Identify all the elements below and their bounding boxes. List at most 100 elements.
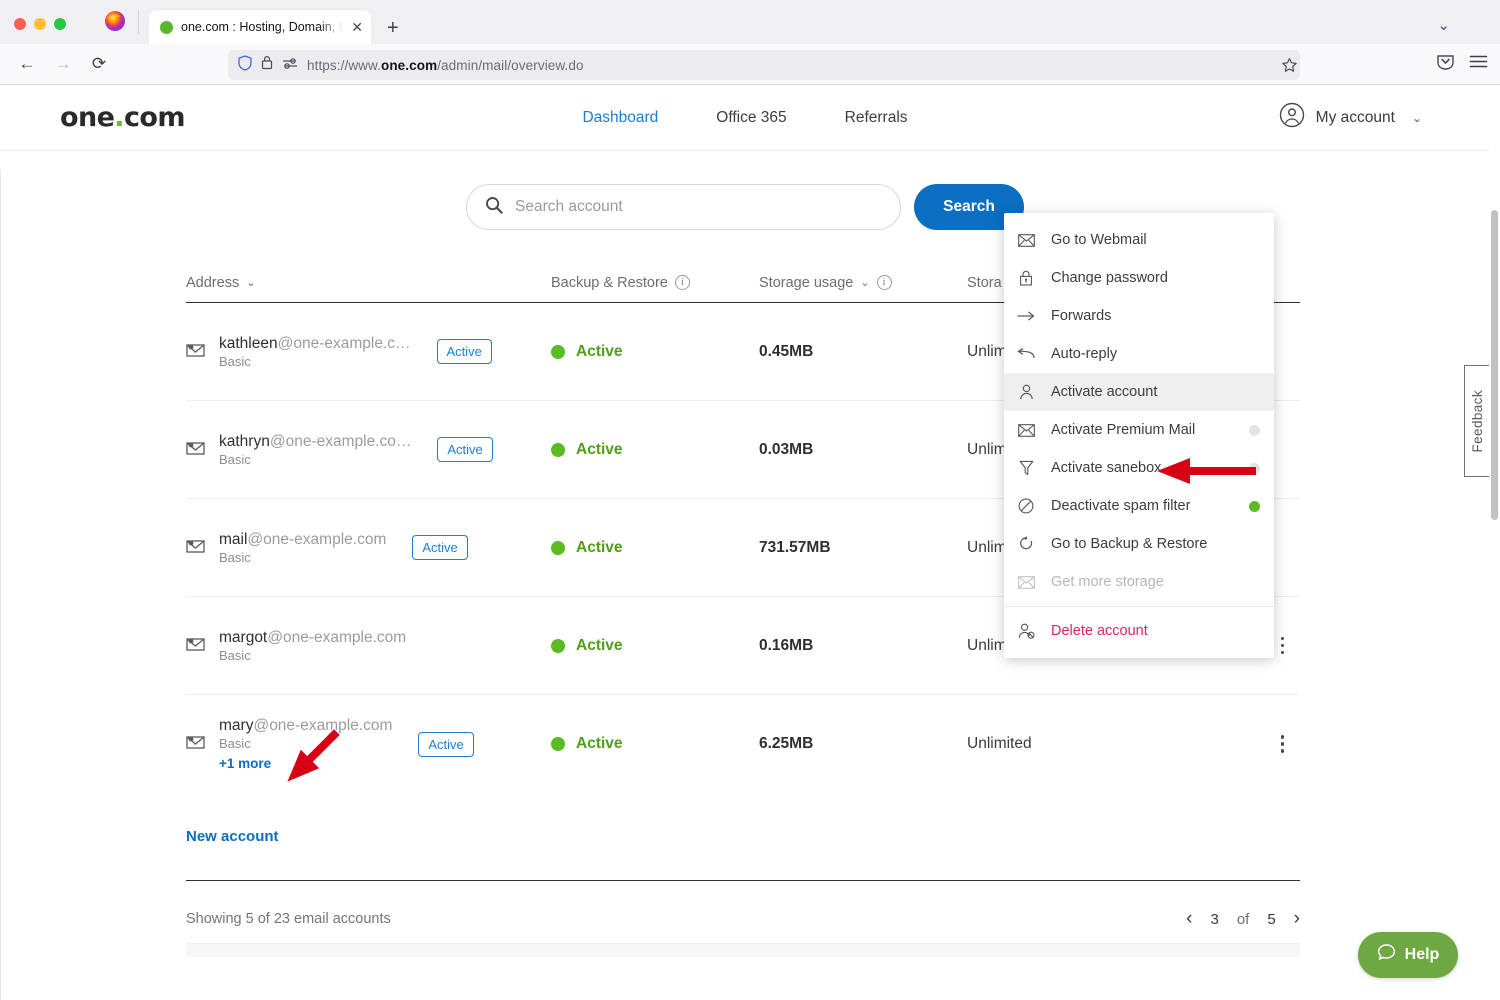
menu-item-label: Forwards [1051,308,1260,324]
backup-status: Active [576,637,623,655]
storage-usage: 0.03MB [759,441,967,459]
column-label: Storage usage [759,275,853,291]
new-account-row: New account [186,793,1300,881]
url-bar[interactable]: https://www.one.com/admin/mail/overview.… [228,50,1300,80]
address-plan: Basic [219,550,386,565]
window-maximize-button[interactable] [54,18,66,30]
my-account-menu[interactable]: My account ⌄ [1279,102,1422,133]
column-header-address[interactable]: Address ⌄ [186,275,551,291]
status-dot-icon [551,541,565,555]
url-domain: one.com [381,58,437,73]
back-arrow-icon[interactable]: ← [10,49,44,79]
scrollbar-thumb[interactable] [1491,210,1498,520]
menu-item-activate-premium-mail[interactable]: Activate Premium Mail [1004,411,1274,449]
new-tab-button[interactable]: + [387,18,399,38]
shield-icon[interactable] [238,55,252,76]
site-header: one.com Dashboard Office 365 Referrals M… [0,85,1490,151]
page-scrollbar[interactable] [1489,85,1500,1000]
search-box[interactable] [466,184,901,230]
menu-item-change-password[interactable]: Change password [1004,259,1274,297]
backup-status: Active [576,539,623,557]
bottom-panel-edge [186,943,1300,957]
storage-usage: 0.16MB [759,637,967,655]
menu-item-forwards[interactable]: Forwards [1004,297,1274,335]
help-button[interactable]: Help [1358,932,1458,978]
status-badge: Active [412,535,467,560]
screen: one.com : Hosting, Domain, Ema ✕ + ⌄ ← →… [0,0,1500,1000]
chevron-down-icon: ⌄ [246,276,255,289]
address-user: mail [219,531,247,549]
mailbox-icon [186,439,205,461]
status-badge: Active [437,437,492,462]
backup-cell: Active [551,539,759,557]
new-account-button[interactable]: New account [186,828,279,845]
bookmark-star-icon[interactable] [1276,52,1302,78]
address-cell: margot@one-example.com Basic [186,629,551,663]
column-label: Stora [967,275,1002,291]
user-circle-icon [1279,102,1305,133]
nav-item-dashboard[interactable]: Dashboard [582,109,658,127]
backup-status: Active [576,343,623,361]
row-kebab-menu-button[interactable] [1281,637,1285,655]
lock-icon[interactable] [261,55,273,75]
chevron-right-icon[interactable]: › [1294,908,1300,930]
permissions-icon[interactable] [282,56,298,75]
hamburger-menu-icon[interactable] [1469,54,1488,74]
menu-item-activate-account[interactable]: Activate account [1004,373,1274,411]
my-account-label: My account [1316,109,1395,127]
nav-item-referrals[interactable]: Referrals [845,109,908,127]
reload-icon[interactable]: ⟳ [82,49,116,79]
menu-divider [1004,606,1274,607]
menu-item-go-to-backup-restore[interactable]: Go to Backup & Restore [1004,525,1274,563]
chevron-down-icon[interactable]: ⌄ [1437,16,1450,34]
mailbox-icon [186,635,205,657]
address-user: margot [219,629,267,647]
backup-cell: Active [551,441,759,459]
browser-tab[interactable]: one.com : Hosting, Domain, Ema ✕ [149,10,371,44]
account-actions-dropdown: Go to Webmail Change password Forwards A… [1004,213,1274,658]
tab-favicon [160,21,173,34]
tab-separator [138,10,139,34]
mailbox-icon [186,733,205,755]
chevron-left-icon[interactable]: ‹ [1186,908,1192,930]
status-dot-icon [551,737,565,751]
nav-item-office365[interactable]: Office 365 [716,109,786,127]
address-cell: mail@one-example.com Basic Active [186,531,551,565]
backup-cell: Active [551,735,759,753]
search-input[interactable] [515,198,882,216]
window-controls[interactable] [0,18,66,44]
window-close-button[interactable] [14,18,26,30]
backup-status: Active [576,441,623,459]
address-domain: @one-example.co… [270,433,412,451]
chevron-down-icon: ⌄ [1412,111,1422,125]
menu-item-auto-reply[interactable]: Auto-reply [1004,335,1274,373]
storage-limit: Unlimited [967,735,1222,753]
menu-item-get-more-storage: Get more storage [1004,563,1274,601]
menu-item-delete-account[interactable]: Delete account [1004,612,1274,650]
feedback-tab[interactable]: Feedback [1464,365,1490,477]
address-cell: mary@one-example.com Basic +1 more Activ… [186,717,551,771]
row-kebab-menu-button[interactable] [1281,735,1285,753]
window-minimize-button[interactable] [34,18,46,30]
close-icon[interactable]: ✕ [351,20,363,34]
column-header-storage-usage[interactable]: Storage usage ⌄ i [759,275,967,291]
info-icon[interactable]: i [675,275,690,290]
backup-cell: Active [551,637,759,655]
pagination-of-label: of [1237,911,1250,928]
address-cell: kathryn@one-example.co… Basic Active [186,433,551,467]
menu-item-go-to-webmail[interactable]: Go to Webmail [1004,221,1274,259]
funnel-icon [1016,460,1036,476]
browser-tab-bar: one.com : Hosting, Domain, Ema ✕ + ⌄ [0,0,1500,44]
status-indicator-on [1249,501,1260,512]
menu-item-label: Activate account [1051,384,1260,400]
status-dot-icon [551,639,565,653]
arrow-to-activate-account [1155,455,1257,496]
pocket-icon[interactable] [1436,52,1455,76]
pagination-current: 3 [1210,911,1218,928]
info-icon[interactable]: i [877,275,892,290]
no-entry-icon [1016,498,1036,514]
forward-arrow-icon[interactable]: → [46,49,80,79]
pagination: ‹ 3 of 5 › [1186,908,1300,930]
pagination-total: 5 [1267,911,1275,928]
chevron-down-icon: ⌄ [860,276,869,289]
